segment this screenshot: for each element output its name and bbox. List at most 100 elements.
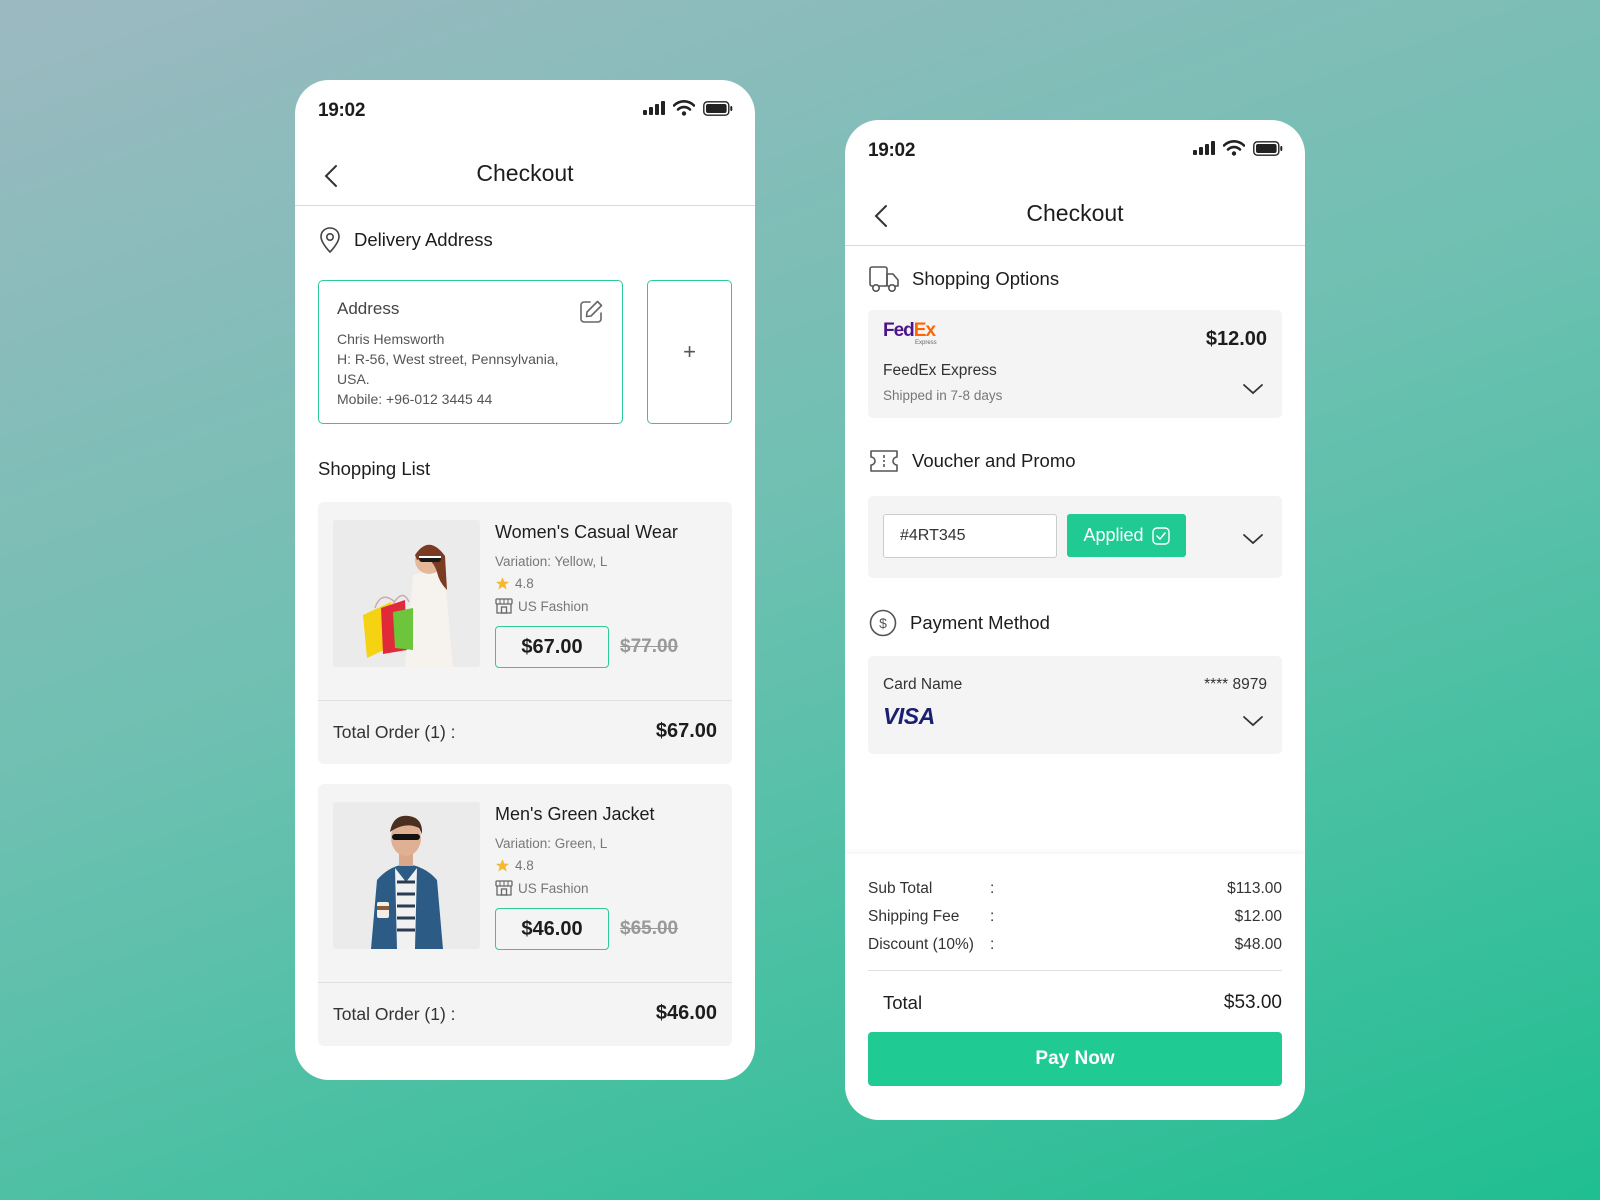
dollar-coin-icon: $	[869, 609, 897, 637]
ticket-icon	[870, 450, 898, 472]
shipping-option-selector[interactable]: FedEx Express $12.00 FeedEx Express Ship…	[868, 310, 1282, 418]
page-title: Checkout	[1026, 200, 1124, 226]
checkout-screen-payment: 19:02 Checkout Shopping Options FedEx Ex…	[845, 120, 1305, 1120]
shipping-eta: Shipped in 7-8 days	[883, 388, 1003, 403]
status-bar: 19:02	[295, 80, 755, 152]
store-name: US Fashion	[518, 880, 589, 896]
address-name: Chris Hemsworth	[337, 331, 445, 347]
visa-logo: VISA	[883, 703, 935, 729]
status-time: 19:02	[868, 140, 916, 161]
product-name: Men's Green Jacket	[495, 804, 655, 824]
svg-text:$: $	[879, 615, 887, 631]
product-variation: Variation: Green, L	[495, 836, 607, 851]
product-variation-text: Variation: Yellow, L	[495, 554, 608, 569]
status-bar: 19:02	[845, 120, 1305, 192]
chevron-down-icon	[1243, 534, 1263, 545]
total-order-label: Total Order (1) :	[333, 1004, 456, 1024]
product-variation: Variation: Yellow, L	[495, 554, 607, 569]
plus-icon: +	[683, 339, 696, 364]
total-order-value: $46.00	[655, 1002, 717, 1024]
divider	[318, 982, 732, 983]
voucher-dropdown-toggle[interactable]	[1242, 532, 1264, 550]
checkout-screen-address: 19:02 Checkout Delivery Address Address …	[295, 80, 755, 1080]
product-rating: 4.8	[495, 858, 534, 873]
payment-heading: $ Payment Method	[868, 608, 1050, 638]
total-label: Total	[883, 992, 923, 1013]
voucher-heading: Voucher and Promo	[868, 448, 1076, 474]
store-name: US Fashion	[518, 598, 589, 614]
product-old-price: $77.00	[620, 636, 679, 657]
product-price: $67.00	[495, 626, 609, 668]
shopping-options-title: Shopping Options	[912, 268, 1060, 289]
payment-method-selector[interactable]: Card Name **** 8979 VISA	[868, 656, 1282, 754]
star-icon	[495, 859, 510, 872]
divider	[868, 970, 1282, 971]
shipping-price: $12.00	[1205, 328, 1267, 350]
rating-value: 4.8	[515, 858, 534, 873]
page-title: Checkout	[476, 160, 574, 186]
pay-now-button[interactable]: Pay Now	[868, 1032, 1282, 1086]
order-summary: Sub Total: $113.00 Shipping Fee: $12.00 Di…	[845, 854, 1305, 1120]
battery-icon	[1253, 140, 1283, 156]
product-name: Women's Casual Wear	[495, 522, 678, 542]
rating-value: 4.8	[515, 576, 534, 591]
store-icon	[495, 880, 513, 896]
status-icons	[1193, 140, 1283, 156]
wifi-icon	[1223, 140, 1245, 156]
address-mobile: Mobile: +96-012 3445 44	[337, 391, 493, 407]
product-image-womens-casual-wear	[333, 520, 480, 667]
store-icon	[495, 598, 513, 614]
address-card-title: Address	[337, 299, 400, 318]
total-order-value: $67.00	[655, 720, 717, 742]
check-icon	[1151, 526, 1170, 545]
voucher-panel: Applied	[868, 496, 1282, 578]
total-value: $53.00	[1223, 992, 1282, 1013]
voucher-applied-button[interactable]: Applied	[1067, 514, 1186, 557]
location-pin-icon	[320, 227, 340, 254]
product-price: $46.00	[495, 908, 609, 950]
product-store: US Fashion	[495, 598, 589, 614]
chevron-down-icon	[1243, 716, 1263, 727]
fedex-logo: FedEx	[883, 320, 936, 341]
battery-icon	[703, 100, 733, 116]
product-variation-text: Variation: Green, L	[495, 836, 608, 851]
signal-icon	[1193, 141, 1215, 155]
card-name: Card Name	[883, 676, 963, 693]
header: Checkout	[295, 152, 755, 206]
shipping-dropdown-toggle[interactable]	[1242, 382, 1264, 400]
card-number: **** 8979	[1204, 676, 1267, 693]
status-time: 19:02	[318, 100, 366, 121]
fedex-logo-sub: Express	[915, 340, 937, 346]
shopping-list-title: Shopping List	[318, 458, 431, 479]
address-card[interactable]: Address Chris Hemsworth H: R-56, West st…	[318, 280, 623, 424]
header: Checkout	[845, 192, 1305, 246]
star-icon	[495, 577, 510, 590]
edit-icon	[580, 300, 603, 323]
chevron-down-icon	[1243, 384, 1263, 395]
divider	[318, 700, 732, 701]
product-old-price: $65.00	[620, 918, 679, 939]
payment-dropdown-toggle[interactable]	[1242, 714, 1264, 732]
applied-label: Applied	[1083, 525, 1144, 545]
shopping-options-heading: Shopping Options	[868, 264, 1059, 294]
edit-address-button[interactable]	[578, 299, 604, 330]
product-card[interactable]: Women's Casual Wear Variation: Yellow, L…	[318, 502, 732, 764]
delivery-address-heading: Delivery Address	[318, 226, 493, 254]
product-card[interactable]: Men's Green Jacket Variation: Green, L 4…	[318, 784, 732, 1046]
product-rating: 4.8	[495, 576, 534, 591]
voucher-title: Voucher and Promo	[912, 450, 1076, 471]
carrier-name: FeedEx Express	[883, 362, 997, 379]
delivery-truck-icon	[869, 266, 899, 292]
payment-title: Payment Method	[910, 612, 1050, 633]
delivery-address-title: Delivery Address	[354, 229, 493, 250]
product-image-mens-green-jacket	[333, 802, 480, 949]
address-line-1: H: R-56, West street, Pennsylvania,	[337, 351, 559, 367]
status-icons	[643, 100, 733, 116]
wifi-icon	[673, 100, 695, 116]
total-order-label: Total Order (1) :	[333, 722, 456, 742]
product-store: US Fashion	[495, 880, 589, 896]
signal-icon	[643, 101, 665, 115]
voucher-code-input[interactable]	[883, 514, 1057, 558]
address-line-2: USA.	[337, 371, 370, 387]
add-address-button[interactable]: +	[647, 280, 732, 424]
